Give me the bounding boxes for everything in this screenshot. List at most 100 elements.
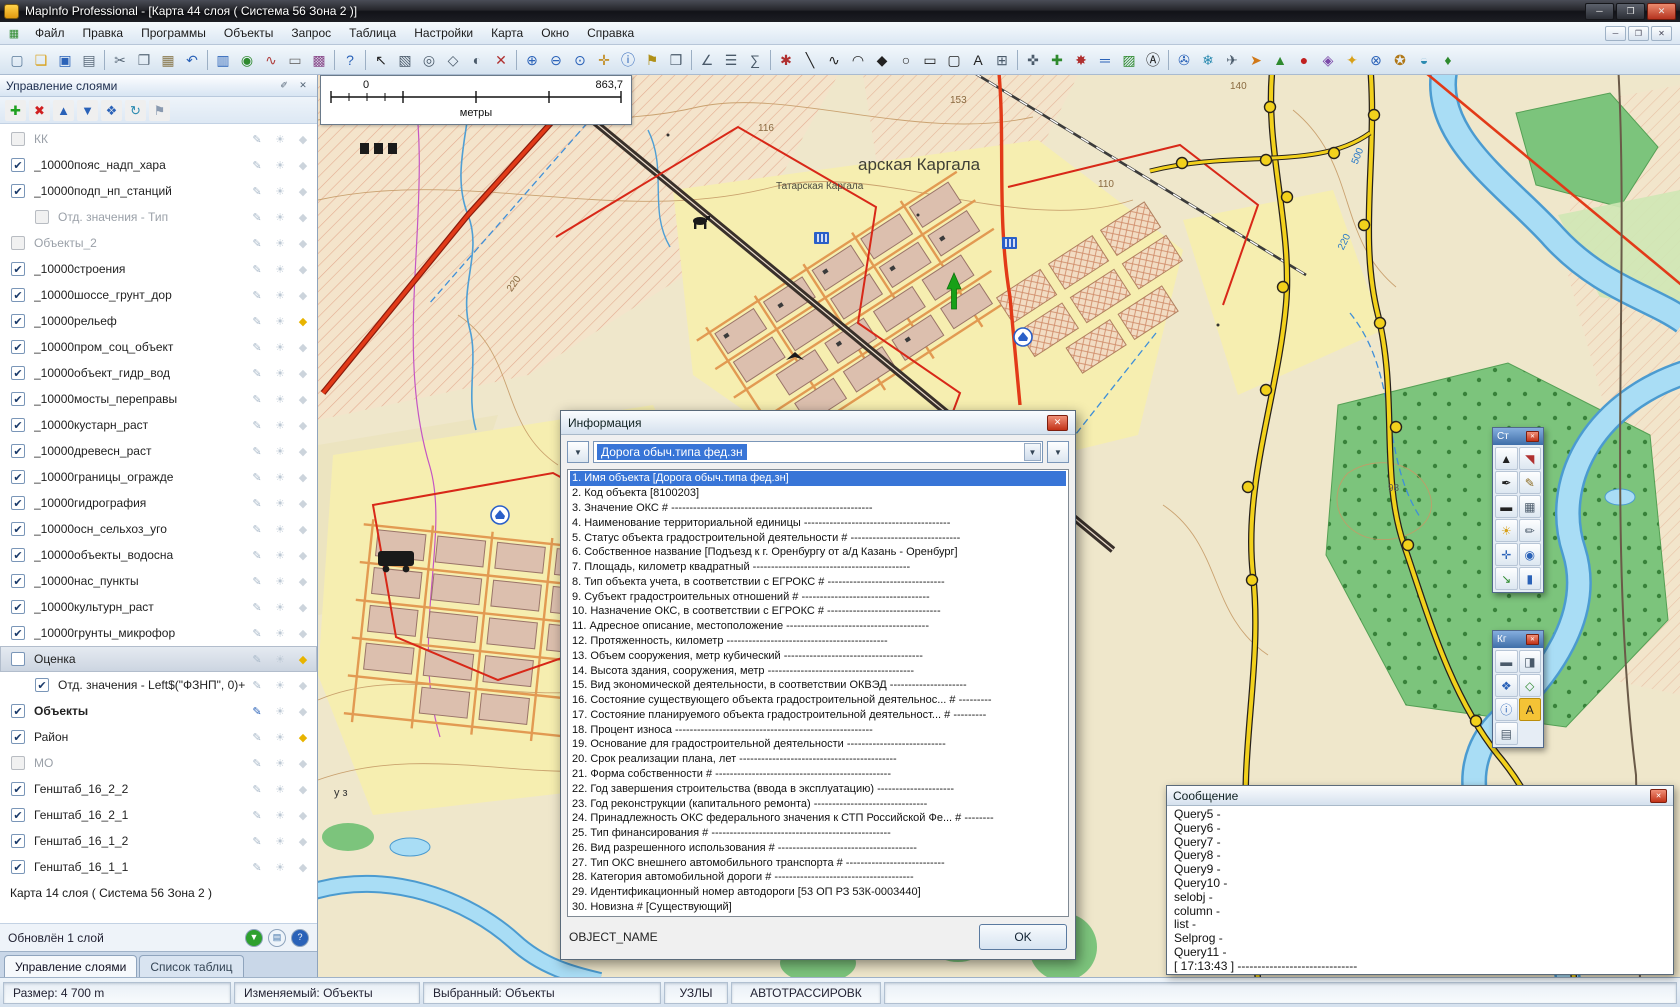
region-style-button[interactable]: ▨ (1117, 48, 1141, 72)
layer-row[interactable]: Отд. значения - Тип ✎ ☀ ◆ (0, 204, 317, 230)
attribute-row[interactable]: 26. Вид разрешенного использования # ---… (570, 841, 1066, 856)
layer-zoom-icon[interactable]: ☀ (272, 573, 288, 589)
target-tool[interactable]: ◉ (1519, 543, 1542, 566)
line-tool-button[interactable]: ╲ (798, 48, 822, 72)
diamond-tool[interactable]: ◇ (1519, 674, 1542, 697)
pause-tool[interactable]: ▮ (1519, 567, 1542, 590)
status-autotrace-indicator[interactable]: АВТОТРАССИРОВК (731, 982, 881, 1004)
edit-layer-icon[interactable]: ✎ (249, 235, 265, 251)
layer-visibility-checkbox[interactable] (11, 600, 25, 614)
menu-item[interactable]: Карта (482, 23, 532, 43)
layer-row[interactable]: _10000пояс_надп_хара ✎ ☀ ◆ (0, 152, 317, 178)
light-tool[interactable]: ☀ (1495, 519, 1518, 542)
layer-visibility-checkbox[interactable] (11, 860, 25, 874)
attribute-row[interactable]: 17. Состояние планируемого объекта градо… (570, 708, 1066, 723)
change-view-button[interactable]: ⊙ (568, 48, 592, 72)
attribute-row[interactable]: 24. Принадлежность ОКС федерального знач… (570, 811, 1066, 826)
attribute-row[interactable]: 11. Адресное описание, местоположение --… (570, 619, 1066, 634)
layer-visibility-checkbox[interactable] (11, 288, 25, 302)
radius-select-button[interactable]: ◎ (417, 48, 441, 72)
tool-panel-kg-title-bar[interactable]: Кг ✕ (1493, 631, 1543, 648)
layer-label-icon[interactable]: ◆ (295, 313, 311, 329)
edit-layer-icon[interactable]: ✎ (249, 859, 265, 875)
layer-visibility-checkbox[interactable] (11, 418, 25, 432)
layer-zoom-icon[interactable]: ☀ (272, 209, 288, 225)
attribute-row[interactable]: 22. Год завершения строительства (ввода … (570, 781, 1066, 796)
save-table-button[interactable]: ▣ (53, 48, 77, 72)
text-tool-button[interactable]: A (966, 48, 990, 72)
new-table-button[interactable]: ▢ (5, 48, 29, 72)
layer-zoom-icon[interactable]: ☀ (272, 131, 288, 147)
rounded-rect-tool-button[interactable]: ▢ (942, 48, 966, 72)
layer-label-icon[interactable]: ◆ (295, 755, 311, 771)
panel-tab[interactable]: Список таблиц (139, 955, 243, 977)
edit-layer-icon[interactable]: ✎ (249, 547, 265, 563)
menu-item[interactable]: Окно (532, 23, 578, 43)
symbol-tool-button[interactable]: ✱ (774, 48, 798, 72)
new-mapper-button[interactable]: ◉ (235, 48, 259, 72)
paste-button[interactable]: ▦ (156, 48, 180, 72)
move-tool[interactable]: ✛ (1495, 543, 1518, 566)
layer-visibility-checkbox[interactable] (11, 782, 25, 796)
attribute-row[interactable]: 14. Высота здания, сооружения, метр ----… (570, 663, 1066, 678)
menu-item[interactable]: Справка (578, 23, 643, 43)
layer-zoom-icon[interactable]: ☀ (272, 859, 288, 875)
layer-row[interactable]: Генштаб_16_2_2 ✎ ☀ ◆ (0, 776, 317, 802)
layer-row[interactable]: _10000мосты_переправы ✎ ☀ ◆ (0, 386, 317, 412)
layer-label-icon[interactable]: ◆ (295, 495, 311, 511)
layer-visibility-checkbox[interactable] (11, 184, 25, 198)
attribute-row[interactable]: 18. Процент износа ---------------------… (570, 722, 1066, 737)
layer-zoom-icon[interactable]: ☀ (272, 183, 288, 199)
edit-layer-icon[interactable]: ✎ (249, 677, 265, 693)
layer-row[interactable]: _10000объекты_водосна ✎ ☀ ◆ (0, 542, 317, 568)
rectangle-tool-button[interactable]: ▭ (918, 48, 942, 72)
attribute-row[interactable]: 29. Идентификационный номер автодороги [… (570, 885, 1066, 900)
edit-layer-icon[interactable]: ✎ (249, 729, 265, 745)
message-close-button[interactable]: ✕ (1650, 789, 1667, 803)
polyline-tool-button[interactable]: ∿ (822, 48, 846, 72)
layer-zoom-icon[interactable]: ☀ (272, 287, 288, 303)
layer-zoom-icon[interactable]: ☀ (272, 703, 288, 719)
edit-layer-icon[interactable]: ✎ (249, 625, 265, 641)
edit-layer-icon[interactable]: ✎ (249, 157, 265, 173)
layer-zoom-icon[interactable]: ☀ (272, 157, 288, 173)
attribute-row[interactable]: 21. Форма собственности # --------------… (570, 767, 1066, 782)
attribute-row[interactable]: 16. Состояние существующего объекта град… (570, 693, 1066, 708)
layer-label-icon[interactable]: ◆ (295, 625, 311, 641)
layer-label-icon[interactable]: ◆ (295, 599, 311, 615)
edit-layer-icon[interactable]: ✎ (249, 599, 265, 615)
clear-selection-button[interactable]: ✕ (489, 48, 513, 72)
message-title-bar[interactable]: Сообщение ✕ (1167, 786, 1673, 806)
layer-visibility-checkbox[interactable] (11, 158, 25, 172)
layer-row[interactable]: Объекты_2 ✎ ☀ ◆ (0, 230, 317, 256)
edit-layer-icon[interactable]: ✎ (249, 261, 265, 277)
symbol-style-button[interactable]: ✸ (1069, 48, 1093, 72)
menu-item[interactable]: Таблица (340, 23, 405, 43)
maximize-button[interactable]: ❐ (1616, 3, 1645, 20)
new-grapher-button[interactable]: ∿ (259, 48, 283, 72)
status-selected-layer[interactable]: Выбранный: Объекты (423, 982, 661, 1004)
status-zoom-size[interactable]: Размер: 4 700 m (3, 982, 231, 1004)
invert-selection-button[interactable]: ◐ (465, 48, 489, 72)
menu-item[interactable]: Программы (132, 23, 215, 43)
edit-layer-icon[interactable]: ✎ (249, 131, 265, 147)
label-settings-button[interactable]: ⚑ (149, 100, 170, 121)
attribute-row[interactable]: 19. Основание для градостроительной деят… (570, 737, 1066, 752)
ruler-button[interactable]: ∠ (695, 48, 719, 72)
edit-layer-icon[interactable]: ✎ (249, 287, 265, 303)
transport-tool[interactable]: ▬ (1495, 495, 1518, 518)
layer-row[interactable]: _10000объект_гидр_вод ✎ ☀ ◆ (0, 360, 317, 386)
layer-label-icon[interactable]: ◆ (295, 521, 311, 537)
layer-label-icon[interactable]: ◆ (295, 729, 311, 745)
redistrict-button[interactable]: ▩ (307, 48, 331, 72)
attribute-row[interactable]: 4. Наименование территориальной единицы … (570, 515, 1066, 530)
layer-zoom-icon[interactable]: ☀ (272, 417, 288, 433)
layer-row[interactable]: _10000границы_огражде ✎ ☀ ◆ (0, 464, 317, 490)
attribute-row[interactable]: 13. Объем сооружения, метр кубический --… (570, 648, 1066, 663)
panel-close-icon[interactable]: ✕ (295, 78, 311, 93)
layer-row[interactable]: Генштаб_16_1_2 ✎ ☀ ◆ (0, 828, 317, 854)
layer-visibility-checkbox[interactable] (11, 132, 25, 146)
layer-label-icon[interactable]: ◆ (295, 417, 311, 433)
layer-label-icon[interactable]: ◆ (295, 209, 311, 225)
layer-visibility-checkbox[interactable] (11, 236, 25, 250)
